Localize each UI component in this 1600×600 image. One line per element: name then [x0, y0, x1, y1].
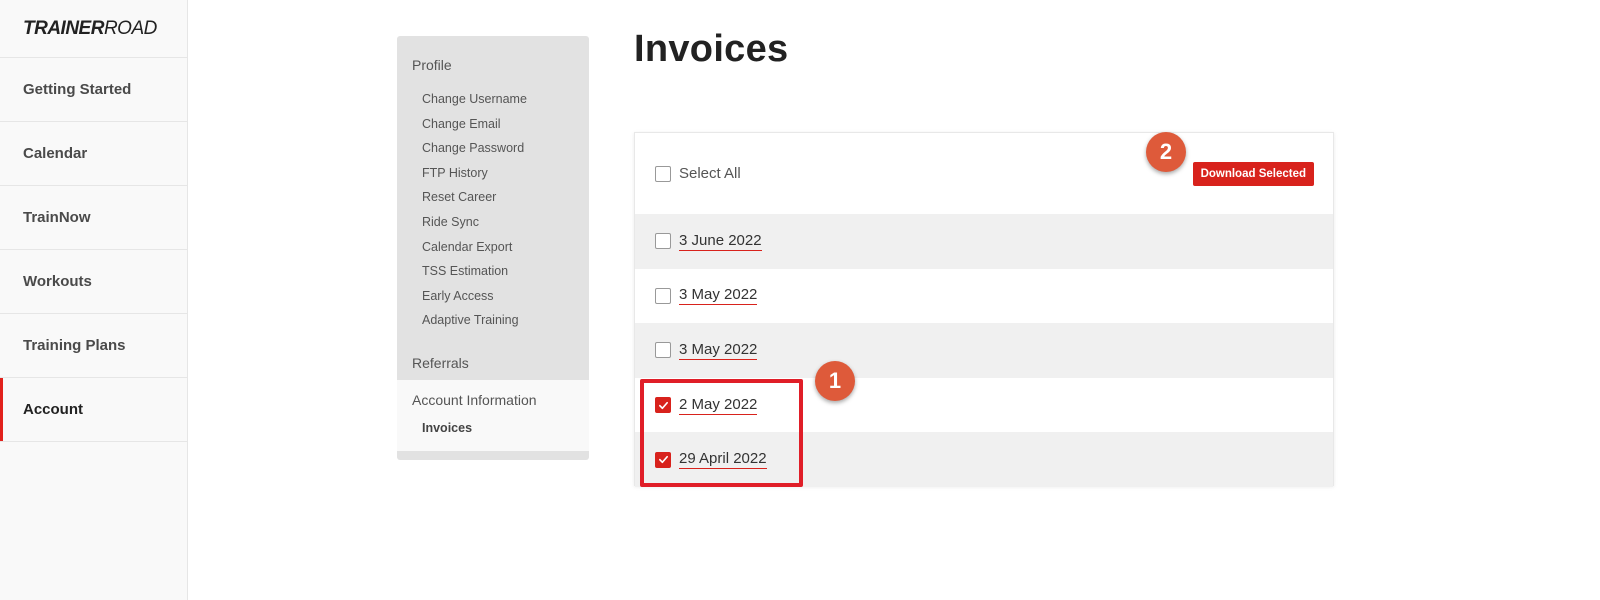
select-all-checkbox[interactable] [655, 165, 671, 182]
submenu-profile-heading[interactable]: Profile [397, 36, 589, 73]
submenu-link-ride-sync[interactable]: Ride Sync [397, 210, 589, 235]
submenu-account-information-heading[interactable]: Account Information [397, 380, 589, 408]
submenu-link-change-email[interactable]: Change Email [397, 112, 589, 137]
nav-item-trainnow[interactable]: TrainNow [0, 186, 187, 250]
page-title: Invoices [634, 28, 789, 70]
nav-item-training-plans[interactable]: Training Plans [0, 314, 187, 378]
invoices-header: Select All Download Selected [635, 133, 1333, 214]
selection-highlight-box [640, 379, 803, 487]
submenu-link-change-username[interactable]: Change Username [397, 87, 589, 112]
invoice-row: 3 May 2022 [635, 323, 1333, 378]
step-badge-2: 2 [1146, 132, 1186, 172]
profile-links: Change Username Change Email Change Pass… [397, 73, 589, 333]
submenu-link-calendar-export[interactable]: Calendar Export [397, 235, 589, 260]
submenu-link-change-password[interactable]: Change Password [397, 136, 589, 161]
submenu-link-tss-estimation[interactable]: TSS Estimation [397, 259, 589, 284]
trainerroad-logo[interactable]: TRAINER ROAD [0, 0, 187, 58]
nav-item-calendar[interactable]: Calendar [0, 122, 187, 186]
download-selected-button[interactable]: Download Selected [1192, 162, 1314, 186]
invoice-row: 3 May 2022 [635, 269, 1333, 324]
account-submenu: Profile Change Username Change Email Cha… [397, 36, 589, 460]
main-sidebar: TRAINER ROAD Getting Started Calendar Tra… [0, 0, 188, 600]
invoice-date-link[interactable]: 3 May 2022 [679, 286, 758, 306]
invoice-checkbox[interactable] [655, 342, 671, 359]
step-badge-1: 1 [815, 361, 855, 401]
nav-item-getting-started[interactable]: Getting Started [0, 58, 187, 122]
logo-text-trainer: TRAINER [23, 17, 104, 39]
logo-text-road: ROAD [103, 17, 157, 39]
submenu-account-information: Account Information Invoices [397, 380, 589, 451]
nav-item-account[interactable]: Account [0, 378, 187, 442]
select-all-label[interactable]: Select All [679, 165, 741, 182]
submenu-link-adaptive-training[interactable]: Adaptive Training [397, 308, 589, 333]
invoice-date-link[interactable]: 3 June 2022 [679, 232, 762, 251]
invoice-checkbox[interactable] [655, 233, 671, 250]
submenu-link-ftp-history[interactable]: FTP History [397, 161, 589, 186]
invoice-date-link[interactable]: 3 May 2022 [679, 341, 758, 360]
submenu-link-reset-career[interactable]: Reset Career [397, 185, 589, 210]
invoice-checkbox[interactable] [655, 287, 671, 304]
submenu-link-early-access[interactable]: Early Access [397, 284, 589, 309]
invoice-row: 3 June 2022 [635, 214, 1333, 269]
nav-item-workouts[interactable]: Workouts [0, 250, 187, 314]
submenu-link-invoices[interactable]: Invoices [397, 408, 589, 435]
